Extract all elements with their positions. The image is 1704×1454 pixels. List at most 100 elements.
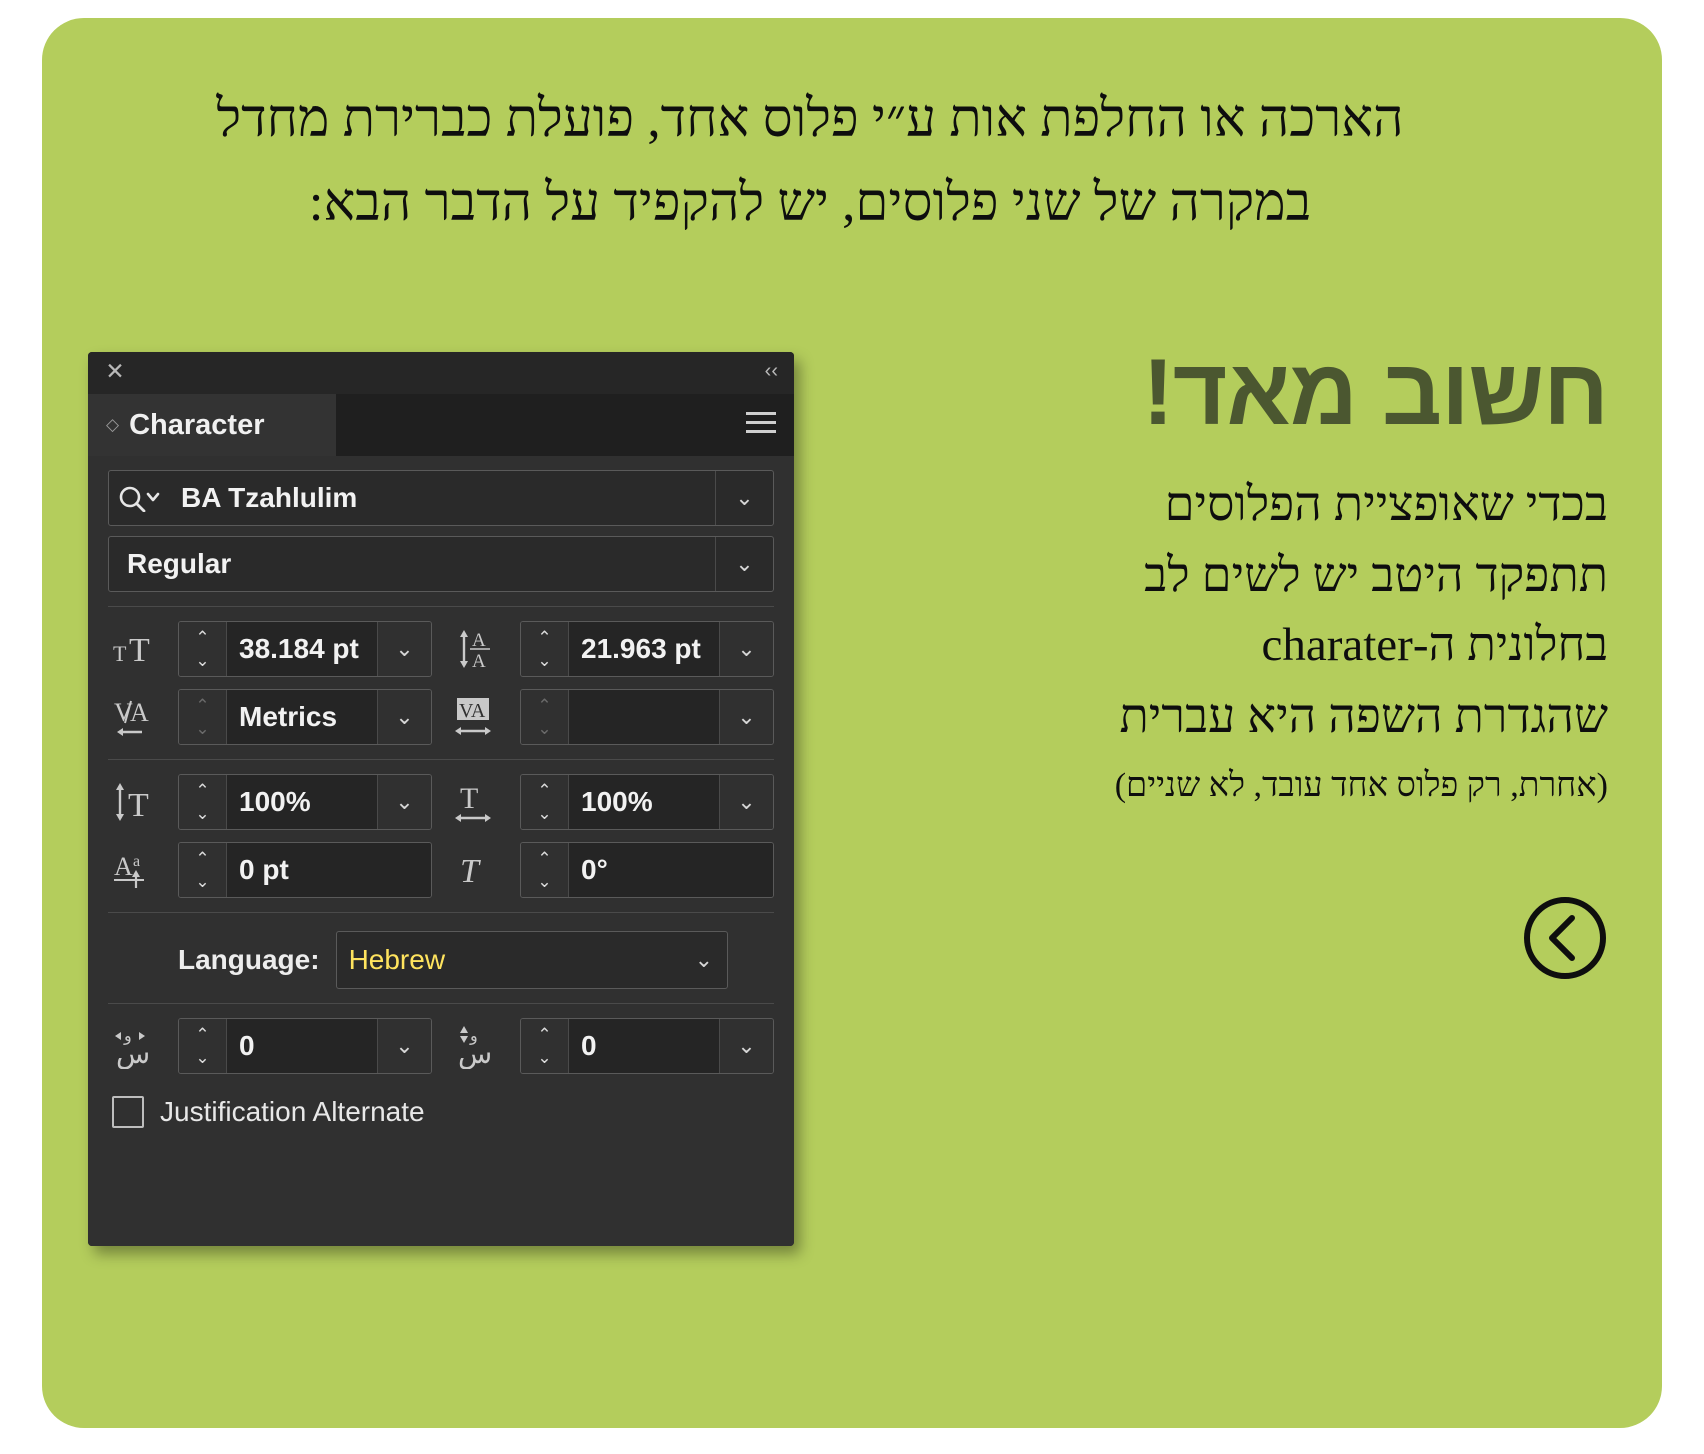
tab-character-label: Character (129, 408, 265, 441)
character-rotation-stepper[interactable]: ⌃ ⌄ (521, 843, 569, 897)
tatweel-vertical-value[interactable]: 0 (569, 1019, 719, 1073)
svg-text:T: T (113, 641, 127, 666)
svg-text:و: و (469, 1026, 478, 1046)
vertical-scale-stepper[interactable]: ⌃ ⌄ (179, 775, 227, 829)
svg-text:VA: VA (459, 700, 486, 722)
tatweel-horizontal-stepper[interactable]: ⌃ ⌄ (179, 1019, 227, 1073)
horizontal-scale-control[interactable]: ⌃ ⌄ 100% ⌄ (520, 774, 774, 830)
divider-4 (108, 1003, 774, 1004)
horizontal-scale-chevron-down-icon[interactable]: ⌄ (719, 775, 773, 829)
font-style-chevron-down-icon[interactable]: ⌄ (715, 537, 773, 591)
grip-diamond-icon: ◇ (106, 415, 120, 434)
tatweel-horizontal-value[interactable]: 0 (227, 1019, 377, 1073)
body-line-3: בחלונית ה-charater (1261, 619, 1609, 672)
field-font-size: T T ⌃ ⌄ 38.184 pt ⌄ (108, 621, 432, 677)
svg-text:a: a (133, 853, 140, 870)
font-style-field[interactable]: Regular ⌄ (108, 536, 774, 592)
tracking-chevron-down-icon[interactable]: ⌄ (719, 690, 773, 744)
field-baseline-shift: A a ⌃ ⌄ 0 pt (108, 842, 432, 898)
language-chevron-down-icon[interactable]: ⌄ (695, 947, 713, 973)
tracking-control[interactable]: ⌃ ⌄ ⌄ (520, 689, 774, 745)
arabic-tatweel-vertical-icon: س و (450, 1018, 512, 1074)
font-family-chevron-down-icon[interactable]: ⌄ (715, 471, 773, 525)
top-paragraph-line-2: במקרה של שני פלוסים, יש להקפיד על הדבר ה… (308, 173, 1312, 232)
vertical-scale-chevron-down-icon[interactable]: ⌄ (377, 775, 431, 829)
language-value: Hebrew (348, 944, 446, 975)
row-scales: T ⌃ ⌄ 100% ⌄ T ⌃ ⌄ 100% ⌄ (108, 774, 774, 830)
tracking-icon: VA (450, 689, 512, 745)
font-family-field[interactable]: BA Tzahlulim ⌄ (108, 470, 774, 526)
svg-text:A: A (472, 651, 486, 671)
kerning-stepper: ⌃ ⌄ (179, 690, 227, 744)
font-size-icon: T T (108, 621, 170, 677)
baseline-shift-stepper[interactable]: ⌃ ⌄ (179, 843, 227, 897)
language-label: Language: (178, 944, 320, 975)
font-family-value: BA Tzahlulim (181, 482, 358, 513)
svg-text:A: A (114, 852, 133, 881)
page-title: חשוב מאד! (1142, 339, 1609, 444)
tatweel-vertical-control[interactable]: ⌃ ⌄ 0 ⌄ (520, 1018, 774, 1074)
divider-1 (108, 606, 774, 607)
body-line-1: בכדי שאופציית הפלוסים (1164, 478, 1608, 531)
font-size-chevron-down-icon[interactable]: ⌄ (377, 622, 431, 676)
field-tatweel-horizontal: س و ⌃ ⌄ 0 ⌄ (108, 1018, 432, 1074)
baseline-shift-value[interactable]: 0 pt (227, 843, 431, 897)
screenshot-root: הארכה או החלפת אות ע״י פלוס אחד, פועלת כ… (0, 0, 1704, 1454)
horizontal-scale-value[interactable]: 100% (569, 775, 719, 829)
justification-alternate-label: Justification Alternate (160, 1096, 425, 1127)
field-leading: A A ⌃ ⌄ 21.963 pt ⌄ (450, 621, 774, 677)
tab-character[interactable]: ◇ Character (88, 394, 336, 456)
leading-stepper[interactable]: ⌃ ⌄ (521, 622, 569, 676)
svg-text:A: A (472, 630, 486, 651)
tatweel-horizontal-chevron-down-icon[interactable]: ⌄ (377, 1019, 431, 1073)
tracking-stepper: ⌃ ⌄ (521, 690, 569, 744)
tatweel-horizontal-control[interactable]: ⌃ ⌄ 0 ⌄ (178, 1018, 432, 1074)
tatweel-vertical-stepper[interactable]: ⌃ ⌄ (521, 1019, 569, 1073)
panel-tabbar: ◇ Character (88, 394, 794, 456)
tracking-value[interactable] (569, 690, 719, 744)
character-panel: ✕ ‹‹ ◇ Character BA Tzahlulim ⌄ Regular … (88, 352, 794, 1246)
horizontal-scale-stepper[interactable]: ⌃ ⌄ (521, 775, 569, 829)
top-paragraph: הארכה או החלפת אות ע״י פלוס אחד, פועלת כ… (80, 78, 1540, 245)
kerning-control[interactable]: ⌃ ⌄ Metrics ⌄ (178, 689, 432, 745)
language-select[interactable]: Hebrew ⌄ (335, 931, 728, 989)
body-line-4: שהגדרת השפה היא עברית (1119, 689, 1608, 743)
search-icon[interactable] (109, 484, 171, 512)
character-rotation-value[interactable]: 0° (569, 843, 773, 897)
close-icon[interactable]: ✕ (104, 360, 126, 383)
leading-icon: A A (450, 621, 512, 677)
vertical-scale-control[interactable]: ⌃ ⌄ 100% ⌄ (178, 774, 432, 830)
kerning-chevron-down-icon[interactable]: ⌄ (377, 690, 431, 744)
svg-text:T: T (128, 787, 149, 824)
font-size-value[interactable]: 38.184 pt (227, 622, 377, 676)
justification-alternate-checkbox[interactable] (112, 1096, 144, 1128)
font-size-stepper[interactable]: ⌃ ⌄ (179, 622, 227, 676)
body-line-2: תתפקד היטב יש לשים לב (1144, 549, 1608, 603)
svg-text:و: و (123, 1026, 132, 1046)
kerning-value[interactable]: Metrics (227, 690, 377, 744)
leading-value[interactable]: 21.963 pt (569, 622, 719, 676)
character-rotation-control[interactable]: ⌃ ⌄ 0° (520, 842, 774, 898)
row-kerning-tracking: V A ⌃ ⌄ Metrics ⌄ VA ⌃ ⌄ ⌄ (108, 689, 774, 745)
collapse-double-chevron-icon[interactable]: ‹‹ (765, 360, 778, 382)
right-column: חשוב מאד! בכדי שאופציית הפלוסים תתפקד הי… (948, 339, 1609, 981)
field-tracking: VA ⌃ ⌄ ⌄ (450, 689, 774, 745)
top-paragraph-line-1: הארכה או החלפת אות ע״י פלוס אחד, פועלת כ… (216, 90, 1404, 148)
font-size-control[interactable]: ⌃ ⌄ 38.184 pt ⌄ (178, 621, 432, 677)
leading-control[interactable]: ⌃ ⌄ 21.963 pt ⌄ (520, 621, 774, 677)
row-baseline-rotation: A a ⌃ ⌄ 0 pt T ⌃ ⌄ 0° (108, 842, 774, 898)
field-vertical-scale: T ⌃ ⌄ 100% ⌄ (108, 774, 432, 830)
field-tatweel-vertical: س و ⌃ ⌄ 0 ⌄ (450, 1018, 774, 1074)
justification-alternate-row[interactable]: Justification Alternate (108, 1096, 774, 1128)
arabic-tatweel-horizontal-icon: س و (108, 1018, 170, 1074)
divider-3 (108, 912, 774, 913)
hamburger-menu-icon[interactable] (746, 412, 776, 436)
language-row: Language: Hebrew ⌄ (108, 931, 774, 989)
vertical-scale-value[interactable]: 100% (227, 775, 377, 829)
note-line: (אחרת, רק פלוס אחד עובד, לא שניים) (1114, 766, 1608, 804)
baseline-shift-control[interactable]: ⌃ ⌄ 0 pt (178, 842, 432, 898)
character-rotation-icon: T (450, 842, 512, 898)
leading-chevron-down-icon[interactable]: ⌄ (719, 622, 773, 676)
circled-left-arrow-icon[interactable] (948, 895, 1608, 981)
tatweel-vertical-chevron-down-icon[interactable]: ⌄ (719, 1019, 773, 1073)
